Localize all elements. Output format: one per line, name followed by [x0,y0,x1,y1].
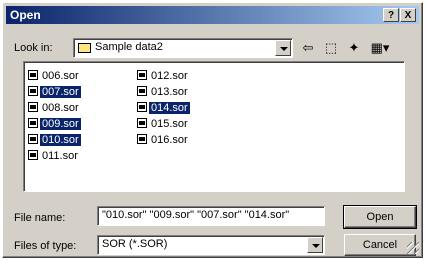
file-icon [28,86,38,96]
look-in-label: Look in: [14,42,53,54]
file-icon [137,118,147,128]
folder-icon [78,43,91,53]
open-button[interactable]: Open [343,205,417,229]
file-icon [28,134,38,144]
look-in-value: Sample data2 [95,41,163,53]
close-button[interactable]: X [400,8,416,22]
list-item[interactable]: 007.sor [28,85,81,99]
list-item[interactable]: 006.sor [28,69,81,83]
file-icon [137,86,147,96]
file-type-label: Files of type: [14,240,77,252]
file-list[interactable]: 006.sor 007.sor 008.sor 009.sor 010.sor … [23,61,405,192]
resize-grip[interactable] [407,242,419,254]
help-button[interactable]: ? [383,8,399,22]
open-dialog: Open ? X Look in: Sample data2 ⇦ ⬚ ✦ ▦▾ … [2,2,423,258]
file-icon [28,118,38,128]
back-icon[interactable]: ⇦ [298,39,318,57]
file-icon [137,70,147,80]
new-folder-icon[interactable]: ✦ [344,39,364,57]
file-icon [137,134,147,144]
look-in-dropdown[interactable]: Sample data2 [73,38,293,58]
file-name-value: "010.sor" "009.sor" "007.sor" "014.sor" [102,209,290,221]
title-bar[interactable]: Open ? X [6,6,419,24]
list-item[interactable]: 009.sor [28,117,81,131]
file-icon [28,102,38,112]
up-folder-icon[interactable]: ⬚ [321,39,341,57]
views-menu-icon[interactable]: ▦▾ [367,39,393,57]
chevron-down-icon[interactable] [275,40,291,56]
file-name-label: File name: [14,212,66,224]
list-item[interactable]: 012.sor [137,69,190,83]
file-icon [28,70,38,80]
list-item[interactable]: 011.sor [28,149,80,163]
list-item[interactable]: 013.sor [137,85,190,99]
file-name-field[interactable]: "010.sor" "009.sor" "007.sor" "014.sor" [97,206,325,226]
list-item[interactable]: 014.sor [137,101,190,115]
list-item[interactable]: 010.sor [28,133,81,147]
cancel-button[interactable]: Cancel [344,234,416,256]
list-item[interactable]: 016.sor [137,133,190,147]
chevron-down-icon[interactable] [307,237,323,253]
window-title: Open [10,8,41,22]
list-item[interactable]: 015.sor [137,117,190,131]
file-type-dropdown[interactable]: SOR (*.SOR) [97,235,325,255]
file-icon [28,150,38,160]
list-item[interactable]: 008.sor [28,101,81,115]
file-type-value: SOR (*.SOR) [102,238,168,250]
file-icon [137,102,147,112]
